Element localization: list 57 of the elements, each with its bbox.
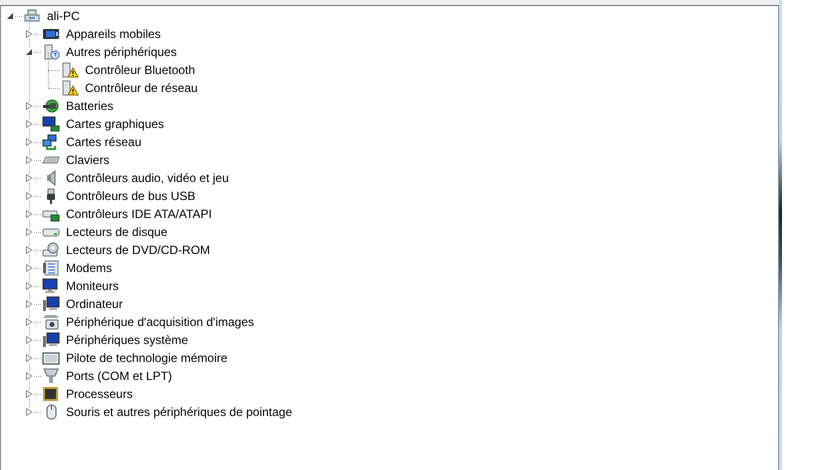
expand-toggle[interactable] xyxy=(25,30,33,38)
expand-toggle[interactable] xyxy=(25,156,33,164)
tree-item[interactable]: Contrôleurs IDE ATA/ATAPI xyxy=(65,206,213,222)
battery-icon xyxy=(42,98,60,114)
computer-icon xyxy=(42,296,60,312)
tree-item[interactable]: Ordinateur xyxy=(65,296,124,312)
tree-item[interactable]: Contrôleurs de bus USB xyxy=(65,188,196,204)
tree-item[interactable]: Contrôleur de réseau xyxy=(84,80,199,96)
expand-toggle[interactable] xyxy=(25,336,33,344)
tree-item[interactable]: Batteries xyxy=(65,98,114,114)
modem-icon xyxy=(42,260,60,276)
tree-item[interactable]: Contrôleur Bluetooth xyxy=(84,62,196,78)
tree-item[interactable]: Périphérique d'acquisition d'images xyxy=(65,314,256,330)
memory-card-icon xyxy=(42,350,60,366)
expand-toggle[interactable] xyxy=(25,408,33,416)
expand-toggle[interactable] xyxy=(25,300,33,308)
tree-item[interactable]: Contrôleurs audio, vidéo et jeu xyxy=(65,170,230,186)
tree-item[interactable]: ali-PC xyxy=(46,8,81,24)
expand-toggle[interactable] xyxy=(25,282,33,290)
tree-item[interactable]: Moniteurs xyxy=(65,278,120,294)
device-icon xyxy=(42,26,60,42)
expand-toggle[interactable] xyxy=(25,228,33,236)
tree-item[interactable]: Autres périphériques xyxy=(65,44,178,60)
expand-toggle[interactable] xyxy=(25,102,33,110)
expand-toggle[interactable] xyxy=(25,246,33,254)
camera-icon xyxy=(42,314,60,330)
warning-device-icon xyxy=(61,80,79,96)
tree-item[interactable]: Souris et autres périphériques de pointage xyxy=(65,404,294,420)
expand-toggle[interactable] xyxy=(25,210,33,218)
expand-toggle[interactable] xyxy=(25,174,33,182)
expand-toggle[interactable] xyxy=(25,120,33,128)
expand-toggle[interactable] xyxy=(25,192,33,200)
port-connector-icon xyxy=(42,368,60,384)
tree-item[interactable]: Lecteurs de disque xyxy=(65,224,168,240)
tree-item[interactable]: Appareils mobiles xyxy=(65,26,162,42)
optical-drive-icon xyxy=(42,242,60,258)
computer-icon xyxy=(23,8,41,24)
graphics-card-icon xyxy=(42,116,60,132)
processor-icon xyxy=(42,386,60,402)
tree-item[interactable]: Lecteurs de DVD/CD-ROM xyxy=(65,242,212,258)
expand-toggle[interactable] xyxy=(25,372,33,380)
tree-item[interactable]: Cartes graphiques xyxy=(65,116,166,132)
expand-toggle[interactable] xyxy=(25,138,33,146)
tree-item[interactable]: Pilote de technologie mémoire xyxy=(65,350,228,366)
warning-device-icon xyxy=(61,62,79,78)
tree-item[interactable]: Périphériques système xyxy=(65,332,190,348)
tree-item[interactable]: Cartes réseau xyxy=(65,134,142,150)
tree-item[interactable]: Claviers xyxy=(65,152,110,168)
expand-toggle[interactable] xyxy=(25,318,33,326)
expand-toggle[interactable] xyxy=(25,390,33,398)
unknown-device-icon xyxy=(42,44,60,60)
tree-item[interactable]: Modems xyxy=(65,260,114,276)
expand-toggle[interactable] xyxy=(25,264,33,272)
expand-toggle[interactable] xyxy=(25,354,33,362)
tree-item[interactable]: Ports (COM et LPT) xyxy=(65,368,174,384)
tree-item[interactable]: Processeurs xyxy=(65,386,134,402)
computer-icon xyxy=(42,332,60,348)
